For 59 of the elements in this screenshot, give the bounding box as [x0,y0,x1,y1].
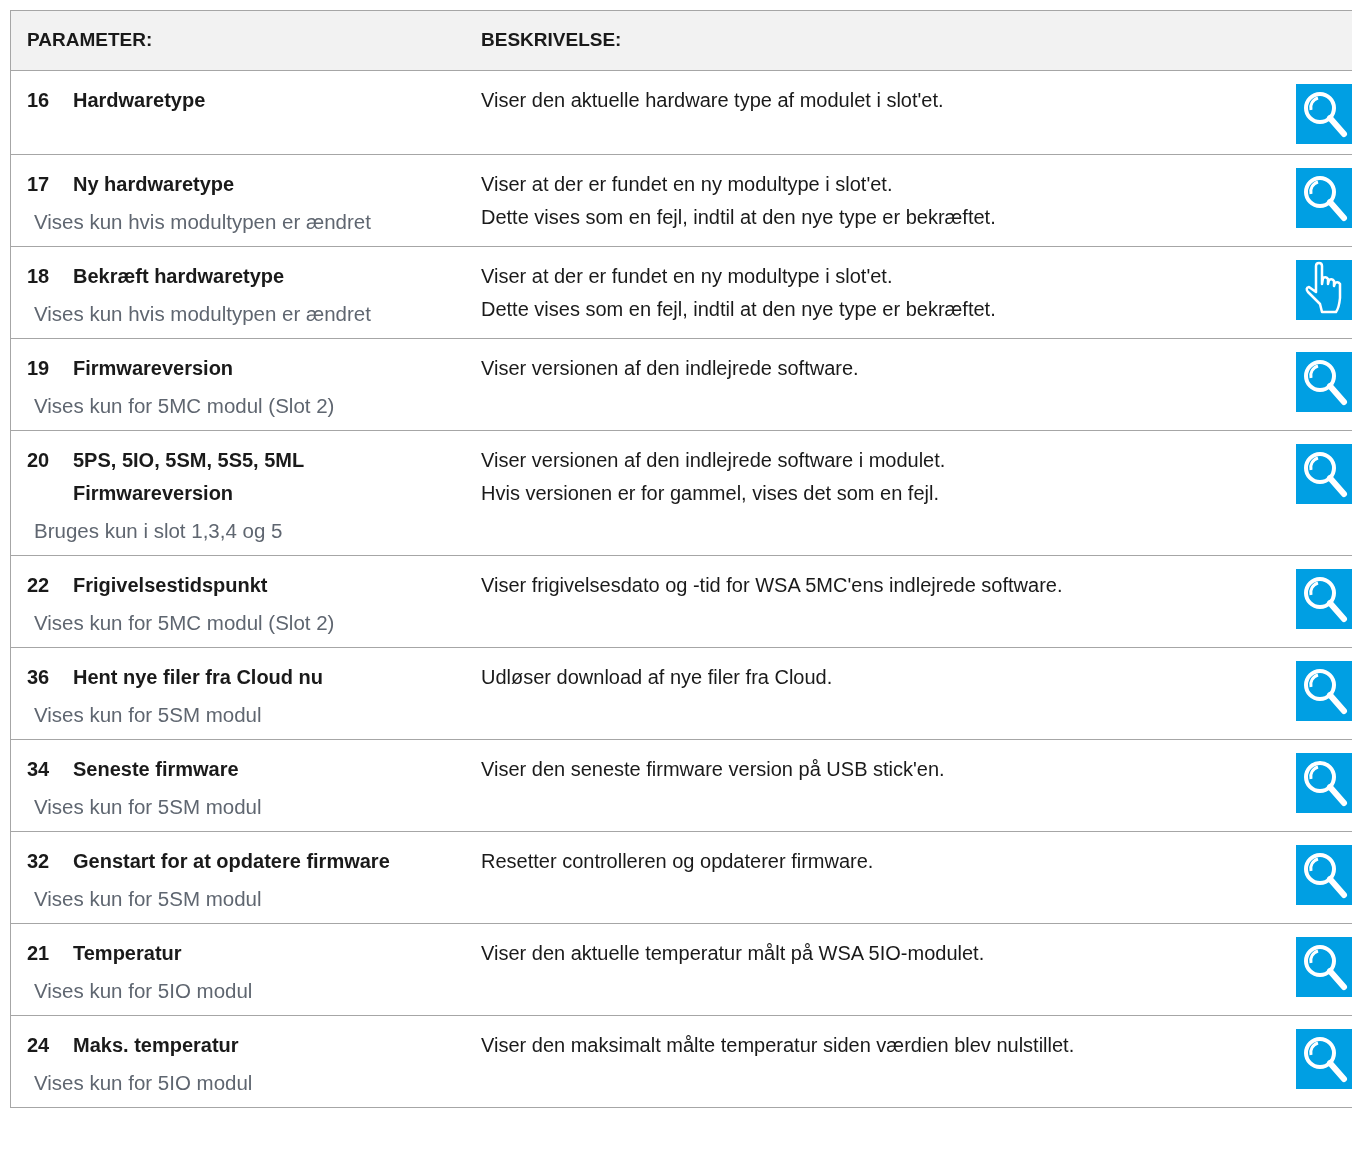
search-icon[interactable] [1296,444,1352,504]
search-icon[interactable] [1296,168,1352,228]
parameter-name: Hardwaretype [73,88,207,113]
description-text: Viser versionen af den indlejrede software i modulet. [481,448,947,473]
parameter-name: Hent nye filer fra Cloud nu [73,665,325,690]
pointing-hand-icon[interactable] [1296,260,1352,320]
parameter-name: Maks. temperatur [73,1033,240,1058]
parameter-number: 34 [27,757,51,782]
parameter-name: Seneste firmware [73,757,240,782]
description-text: Viser den aktuelle temperatur målt på WSA 5IO-modulet. [481,941,986,966]
search-icon[interactable] [1296,84,1352,144]
description-text: Dette vises som en fejl, indtil at den nye type er bekræftet. [481,205,997,230]
parameter-name: Bekræft hardwaretype [73,264,286,289]
description-text: Viser den aktuelle hardware type af modulet i slot'et. [481,88,945,113]
column-header: PARAMETER: [26,28,154,53]
search-icon[interactable] [1296,352,1352,412]
parameter-number: 32 [27,849,51,874]
search-icon[interactable] [1296,661,1352,721]
description-text: Hvis versionen er for gammel, vises det som en fejl. [481,481,940,506]
parameter-note: Bruges kun i slot 1,3,4 og 5 [33,518,284,544]
parameter-number: 18 [27,264,51,289]
parameter-name: Genstart for at opdatere firmware [73,849,391,874]
parameter-number: 36 [27,665,51,690]
parameter-number: 21 [27,941,51,966]
parameter-name: Temperatur [73,941,183,966]
description-text: Udløser download af nye filer fra Cloud. [481,665,834,690]
parameter-number: 20 [27,448,51,473]
description-text: Resetter controlleren og opdaterer firmware. [481,849,875,874]
search-icon[interactable] [1296,753,1352,813]
search-icon[interactable] [1296,845,1352,905]
parameter-name: Firmwareversion [73,356,235,381]
parameter-note: Vises kun for 5IO modul [33,1070,254,1096]
description-text: Viser at der er fundet en ny modultype i slot'et. [481,172,894,197]
parameter-name: 5PS, 5IO, 5SM, 5S5, 5ML Firmwareversion [73,448,305,506]
search-icon[interactable] [1296,937,1352,997]
parameter-note: Vises kun for 5SM modul [33,702,263,728]
parameter-note: Vises kun for 5IO modul [33,978,254,1004]
column-header: BESKRIVELSE: [481,28,622,53]
parameter-number: 19 [27,356,51,381]
description-text: Dette vises som en fejl, indtil at den nye type er bekræftet. [481,297,997,322]
parameter-number: 16 [27,88,51,113]
search-icon[interactable] [1296,569,1352,629]
description-text: Viser at der er fundet en ny modultype i slot'et. [481,264,894,289]
description-text: Viser den maksimalt målte temperatur siden værdien blev nulstillet. [481,1033,1076,1058]
parameter-note: Vises kun for 5SM modul [33,794,263,820]
description-text: Viser versionen af den indlejrede software. [481,356,860,381]
description-text: Viser den seneste firmware version på USB stick'en. [481,757,946,782]
parameter-note: Vises kun for 5MC modul (Slot 2) [33,610,336,636]
parameter-number: 22 [27,573,51,598]
parameter-name: Ny hardwaretype [73,172,236,197]
search-icon[interactable] [1296,1029,1352,1089]
parameter-note: Vises kun hvis modultypen er ændret [33,301,372,327]
description-text: Viser frigivelsesdato og -tid for WSA 5MC'ens indlejrede software. [481,573,1064,598]
parameter-note: Vises kun for 5MC modul (Slot 2) [33,393,336,419]
parameter-note: Vises kun for 5SM modul [33,886,263,912]
parameter-number: 17 [27,172,51,197]
parameter-number: 24 [27,1033,51,1058]
parameter-name: Frigivelsestidspunkt [73,573,269,598]
parameter-note: Vises kun hvis modultypen er ændret [33,209,372,235]
